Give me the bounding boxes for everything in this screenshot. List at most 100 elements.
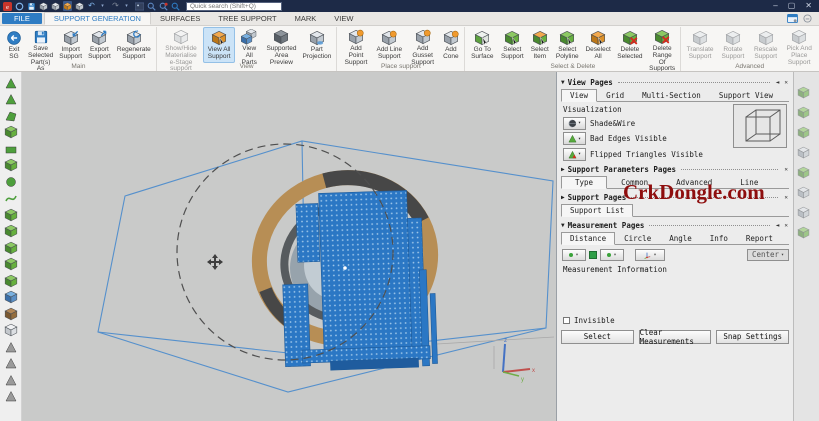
ribbon-button-add-gusset-support[interactable]: Add Gusset Support <box>406 27 439 63</box>
tab-report[interactable]: Report <box>737 232 782 245</box>
tab-support-view[interactable]: Support View <box>710 89 782 102</box>
tab-support-generation[interactable]: SUPPORT GENERATION <box>44 12 151 25</box>
strip-tool-icon-4[interactable] <box>797 146 810 159</box>
blue-cube-tool-icon[interactable] <box>3 290 18 305</box>
tab-angle[interactable]: Angle <box>660 232 701 245</box>
ribbon-button-add-cone[interactable]: Add Cone <box>439 27 462 63</box>
ribbon-button-translate-support[interactable]: Translate Support <box>683 27 717 63</box>
brown-cube-tool-icon[interactable] <box>3 306 18 321</box>
coordinate-mode-dropdown[interactable]: ▾ <box>635 249 665 261</box>
app-logo-icon[interactable]: e <box>3 1 12 11</box>
ribbon-button-save-selected-part-s-as[interactable]: Save Selected Part(s) As <box>25 27 56 63</box>
cube-tool-icon-1[interactable] <box>3 125 18 140</box>
pin-icon[interactable]: ◄ <box>775 79 781 86</box>
curve-tool-icon[interactable] <box>3 191 18 206</box>
part-scene-icon-3[interactable] <box>75 1 84 11</box>
tab-common[interactable]: Common <box>607 176 662 189</box>
tab-mark[interactable]: MARK <box>286 12 326 25</box>
tab-grid[interactable]: Grid <box>597 89 633 102</box>
cube-tool-icon-3[interactable] <box>3 257 18 272</box>
tab-type[interactable]: Type <box>561 176 607 189</box>
gray-triangle-tool-icon-1[interactable] <box>3 339 18 354</box>
ribbon-button-regenerate-support[interactable]: Regenerate Support <box>114 27 154 63</box>
pencil-cube-tool-icon[interactable] <box>3 207 18 222</box>
ribbon-button-pick-and-place-support[interactable]: Pick And Place Support <box>782 27 816 63</box>
ribbon-button-rotate-support[interactable]: Rotate Support <box>717 27 749 63</box>
ribbon-display-options-icon[interactable] <box>787 10 798 28</box>
tab-view[interactable]: View <box>561 89 597 102</box>
search-icon[interactable] <box>171 1 180 11</box>
pin-icon[interactable]: ◄ <box>775 222 781 229</box>
tab-file[interactable]: FILE <box>2 13 42 24</box>
center-mode-dropdown[interactable]: Center ▾ <box>747 249 789 261</box>
tab-info[interactable]: Info <box>701 232 737 245</box>
search-input[interactable] <box>186 2 282 11</box>
gray-triangle-tool-icon-2[interactable] <box>3 356 18 371</box>
tab-circle[interactable]: Circle <box>615 232 660 245</box>
tab-multi-section[interactable]: Multi-Section <box>633 89 710 102</box>
zoom-part-icon[interactable] <box>159 1 168 11</box>
strip-tool-icon-1[interactable] <box>797 86 810 99</box>
undo-icon[interactable]: ↶ <box>87 1 96 11</box>
polygon-tool-icon[interactable] <box>3 108 18 123</box>
strip-tool-icon-3[interactable] <box>797 126 810 139</box>
ribbon-button-select-support[interactable]: Select Support <box>497 27 527 63</box>
close-icon[interactable]: ✕ <box>783 194 789 201</box>
tab-surfaces[interactable]: SURFACES <box>151 12 209 25</box>
redo-menu-caret-icon[interactable]: ▾ <box>123 1 132 11</box>
ribbon-button-select-polyline[interactable]: Select Polyline <box>552 27 582 63</box>
close-icon[interactable]: ✕ <box>783 79 789 86</box>
ribbon-button-add-point-support[interactable]: Add Point Support <box>339 27 372 63</box>
ribbon-button-view-all-parts[interactable]: View All Parts <box>235 27 263 63</box>
ribbon-button-exit-sg[interactable]: Exit SG <box>3 27 25 63</box>
tab-support-list[interactable]: Support List <box>561 204 633 217</box>
cursor-cube-tool-icon[interactable] <box>3 158 18 173</box>
part-scene-icon-1[interactable] <box>39 1 48 11</box>
strip-tool-icon-6[interactable] <box>797 186 810 199</box>
measure-color-swatch[interactable] <box>589 251 597 259</box>
ribbon-button-import-support[interactable]: Import Support <box>56 27 85 63</box>
point-snap-dropdown[interactable]: ▾ <box>562 249 586 261</box>
flipped-triangles-dropdown[interactable]: ▾ <box>563 148 586 161</box>
slab-tool-icon[interactable] <box>3 141 18 156</box>
triangle-tool-icon-1[interactable] <box>3 75 18 90</box>
cube-tool-icon-2[interactable] <box>3 240 18 255</box>
triangle-tool-icon-2[interactable] <box>3 92 18 107</box>
strip-tool-icon-2[interactable] <box>797 106 810 119</box>
ribbon-button-delete-selected[interactable]: Delete Selected <box>614 27 646 63</box>
strip-tool-icon-8[interactable] <box>797 226 810 239</box>
part-scene-icon-2[interactable] <box>51 1 60 11</box>
orientation-cube-preview[interactable] <box>733 104 787 148</box>
save-icon[interactable] <box>27 1 36 11</box>
ribbon-pin-icon[interactable] <box>802 10 813 28</box>
outline-cube-tool-icon[interactable] <box>3 323 18 338</box>
ribbon-button-show-hide-materialise-e-stage-support[interactable]: Show/Hide Materialise e-Stage support <box>159 27 203 63</box>
view-sphere-icon[interactable] <box>15 1 24 11</box>
tab-line[interactable]: Line <box>726 176 772 189</box>
ribbon-button-view-all-support[interactable]: View All Support <box>203 27 235 63</box>
clear-measurements-button[interactable]: Clear Measurements <box>639 330 712 344</box>
tab-advanced[interactable]: Advanced <box>662 176 726 189</box>
tab-tree-support[interactable]: TREE SUPPORT <box>209 12 285 25</box>
support-pages-header[interactable]: ▶ Support Pages ✕ <box>561 192 789 203</box>
measurement-pages-header[interactable]: ▼ Measurement Pages ◄ ✕ <box>561 220 789 231</box>
viewport-3d[interactable]: x y z <box>22 72 556 421</box>
tab-view[interactable]: VIEW <box>325 12 362 25</box>
ribbon-button-export-support[interactable]: Export Support <box>85 27 114 63</box>
close-icon[interactable]: ✕ <box>783 222 789 229</box>
gray-triangle-tool-icon-3[interactable] <box>3 372 18 387</box>
active-part-icon[interactable] <box>63 1 72 11</box>
ribbon-button-select-item[interactable]: Select Item <box>528 27 553 63</box>
node-tool-icon[interactable] <box>3 174 18 189</box>
ribbon-button-supported-area-preview[interactable]: Supported Area Preview <box>263 27 299 63</box>
tab-distance[interactable]: Distance <box>561 232 615 245</box>
screenshot-icon[interactable] <box>135 1 144 11</box>
redo-icon[interactable]: ↷ <box>111 1 120 11</box>
ribbon-button-go-to-surface[interactable]: Go To Surface <box>467 27 497 63</box>
ribbon-button-add-line-support[interactable]: Add Line Support <box>373 27 406 63</box>
shade-mode-dropdown[interactable]: ▾ <box>563 117 586 130</box>
view-pages-header[interactable]: ▼ View Pages ◄ ✕ <box>561 77 789 88</box>
undo-menu-caret-icon[interactable]: ▾ <box>99 1 108 11</box>
close-icon[interactable]: ✕ <box>783 166 789 173</box>
strip-tool-icon-7[interactable] <box>797 206 810 219</box>
